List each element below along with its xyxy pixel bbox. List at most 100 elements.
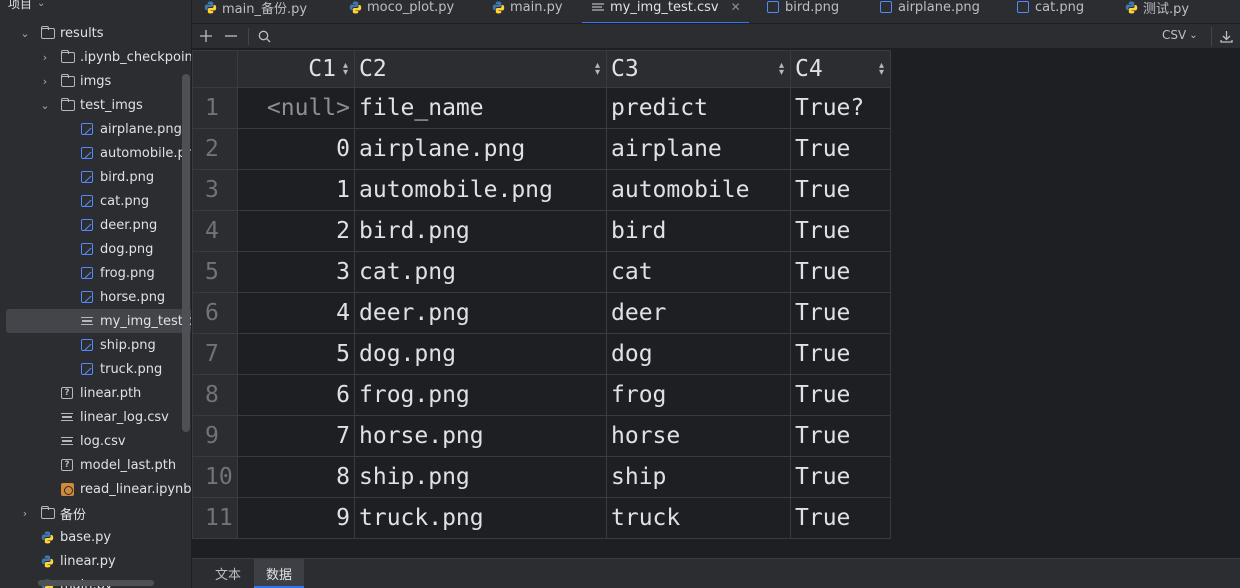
tree-item-linear-pth[interactable]: ? linear.pth (0, 381, 191, 405)
cell-c2[interactable]: truck.png (354, 497, 607, 539)
cell-c3[interactable]: ship (606, 456, 791, 498)
tree-item-automobile-png[interactable]: automobile.png (0, 141, 191, 165)
cell-c2[interactable]: file_name (354, 87, 607, 129)
plus-icon[interactable] (198, 26, 214, 46)
sort-icon[interactable]: ▴ ▾ (779, 61, 784, 78)
tree-item-my-img-test-csv[interactable]: my_img_test.csv (6, 309, 191, 333)
cell-c1[interactable]: 2 (237, 210, 355, 252)
chevron-down-icon[interactable]: ⌄ (39, 99, 51, 112)
sidebar-scrollbar[interactable] (182, 74, 190, 432)
cell-c3[interactable]: automobile (606, 169, 791, 211)
cell-c1[interactable]: <null> (237, 87, 355, 129)
close-icon[interactable]: ✕ (731, 0, 741, 14)
tree-item-folder[interactable]: › 备份 (0, 501, 191, 525)
tab-file[interactable]: main_备份.py (204, 0, 307, 18)
cell-c1[interactable]: 3 (237, 251, 355, 293)
cell-c1[interactable]: 1 (237, 169, 355, 211)
cell-c4[interactable]: True (790, 333, 891, 375)
search-icon[interactable] (256, 26, 272, 46)
cell-c4[interactable]: True (790, 374, 891, 416)
format-dropdown[interactable]: CSV ⌄ (1162, 28, 1198, 42)
cell-c1[interactable]: 5 (237, 333, 355, 375)
tree-item-airplane-png[interactable]: airplane.png (0, 117, 191, 141)
sort-icon[interactable]: ▴ ▾ (879, 61, 884, 78)
cell-c4[interactable]: True? (790, 87, 891, 129)
cell-c3[interactable]: airplane (606, 128, 791, 170)
tree-item-linear-py[interactable]: linear.py (0, 549, 191, 573)
cell-c2[interactable]: airplane.png (354, 128, 607, 170)
project-panel-header[interactable]: 项目 ⌄ (0, 0, 45, 13)
tree-item-log-csv[interactable]: log.csv (0, 429, 191, 453)
cell-c4[interactable]: True (790, 497, 891, 539)
sort-icon[interactable]: ▴ ▾ (595, 61, 600, 78)
chevron-right-icon[interactable]: › (19, 507, 31, 520)
tree-item-ipynb-checkpoints[interactable]: › .ipynb_checkpoints (0, 45, 191, 69)
cell-c3[interactable]: predict (606, 87, 791, 129)
cell-c4[interactable]: True (790, 415, 891, 457)
cell-c2[interactable]: automobile.png (354, 169, 607, 211)
cell-c2[interactable]: frog.png (354, 374, 607, 416)
chevron-right-icon[interactable]: › (39, 75, 51, 88)
cell-c4[interactable]: True (790, 292, 891, 334)
cell-c4[interactable]: True (790, 210, 891, 252)
tab-text-view[interactable]: 文本 (202, 559, 254, 587)
tree-item-horse-png[interactable]: horse.png (0, 285, 191, 309)
cell-c3[interactable]: cat (606, 251, 791, 293)
cell-c2[interactable]: horse.png (354, 415, 607, 457)
tab-file[interactable]: bird.png (767, 0, 839, 18)
cell-c3[interactable]: truck (606, 497, 791, 539)
tab-data-view[interactable]: 数据 (254, 559, 304, 588)
cell-c1[interactable]: 4 (237, 292, 355, 334)
download-icon[interactable] (1218, 26, 1234, 46)
minus-icon[interactable] (223, 26, 239, 46)
cell-c3[interactable]: deer (606, 292, 791, 334)
sidebar-horizontal-scrollbar[interactable] (38, 580, 154, 586)
cell-c2[interactable]: bird.png (354, 210, 607, 252)
tree-item-cat-png[interactable]: cat.png (0, 189, 191, 213)
tree-item-model-last-pth[interactable]: ? model_last.pth (0, 453, 191, 477)
cell-c4[interactable]: True (790, 251, 891, 293)
cell-c3[interactable]: bird (606, 210, 791, 252)
tree-item-truck-png[interactable]: truck.png (0, 357, 191, 381)
cell-c4[interactable]: True (790, 128, 891, 170)
column-header[interactable]: C3 ▴ ▾ (606, 50, 791, 88)
cell-c1[interactable]: 7 (237, 415, 355, 457)
cell-c3[interactable]: frog (606, 374, 791, 416)
tree-item-deer-png[interactable]: deer.png (0, 213, 191, 237)
tree-item-linear-log-csv[interactable]: linear_log.csv (0, 405, 191, 429)
tree-item-results[interactable]: ⌄ results (0, 21, 191, 45)
tab-file[interactable]: airplane.png (880, 0, 980, 18)
tree-item-bird-png[interactable]: bird.png (0, 165, 191, 189)
tree-item-dog-png[interactable]: dog.png (0, 237, 191, 261)
cell-c2[interactable]: deer.png (354, 292, 607, 334)
tree-item-imgs[interactable]: › imgs (0, 69, 191, 93)
column-header[interactable]: C2 ▴ ▾ (354, 50, 607, 88)
tab-file[interactable]: moco_plot.py (349, 0, 454, 18)
cell-c2[interactable]: ship.png (354, 456, 607, 498)
tab-file[interactable]: main.py (492, 0, 563, 18)
tree-item-read-linear-ipynb[interactable]: read_linear.ipynb (0, 477, 191, 501)
tree-item-frog-png[interactable]: frog.png (0, 261, 191, 285)
cell-c2[interactable]: dog.png (354, 333, 607, 375)
cell-c1[interactable]: 8 (237, 456, 355, 498)
sort-icon[interactable]: ▴ ▾ (343, 61, 348, 78)
table-row: 11 9 truck.png truck True (192, 497, 891, 539)
tree-item-ship-png[interactable]: ship.png (0, 333, 191, 357)
cell-c1[interactable]: 0 (237, 128, 355, 170)
cell-c1[interactable]: 6 (237, 374, 355, 416)
cell-c1[interactable]: 9 (237, 497, 355, 539)
column-header[interactable]: C1 ▴ ▾ (237, 50, 355, 88)
tab-file[interactable]: 测试.py (1125, 0, 1189, 18)
cell-c4[interactable]: True (790, 456, 891, 498)
tab-active[interactable]: my_img_test.csv ✕ (582, 0, 749, 23)
tree-item-test-imgs[interactable]: ⌄ test_imgs (0, 93, 191, 117)
cell-c3[interactable]: dog (606, 333, 791, 375)
chevron-right-icon[interactable]: › (39, 51, 51, 64)
cell-c3[interactable]: horse (606, 415, 791, 457)
column-header[interactable]: C4 ▴ ▾ (790, 50, 891, 88)
cell-c4[interactable]: True (790, 169, 891, 211)
tab-file[interactable]: cat.png (1017, 0, 1084, 18)
chevron-down-icon[interactable]: ⌄ (19, 27, 31, 40)
cell-c2[interactable]: cat.png (354, 251, 607, 293)
tree-item-base-py[interactable]: base.py (0, 525, 191, 549)
